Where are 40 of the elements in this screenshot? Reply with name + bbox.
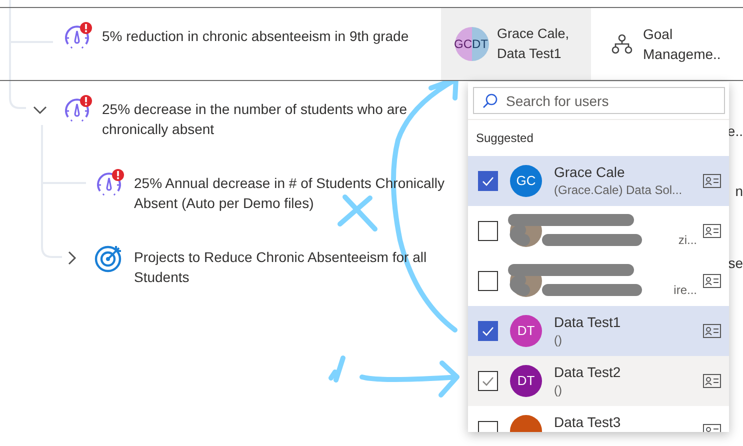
contact-card-icon[interactable] xyxy=(703,174,721,188)
contact-card-icon[interactable] xyxy=(703,274,721,288)
hierarchy-icon xyxy=(611,33,633,55)
checkbox[interactable] xyxy=(478,221,498,241)
column-text: n xyxy=(735,183,743,199)
user-detail: (Grace.Cale) Data Sol... xyxy=(554,182,684,199)
user-detail: () xyxy=(554,332,563,349)
checkbox[interactable] xyxy=(478,171,498,191)
user-name: Data Test2 xyxy=(554,363,622,381)
user-row[interactable]: ire... xyxy=(468,256,729,306)
column-text: Goal Manageme.. xyxy=(643,25,722,64)
user-name: Data Test1 xyxy=(554,313,622,331)
checkbox[interactable] xyxy=(478,271,498,291)
goal-title[interactable]: 5% reduction in chronic absenteeism in 9th grade xyxy=(102,26,422,46)
user-detail: ire... xyxy=(672,282,698,299)
user-detail: () xyxy=(554,382,563,399)
search-field[interactable]: Search for users xyxy=(473,87,725,114)
user-name: Data Test3 xyxy=(554,413,622,431)
column-text: se xyxy=(728,255,743,271)
checkbox[interactable] xyxy=(478,321,498,341)
user-row[interactable]: DT Data Test2 () xyxy=(468,356,729,406)
search-icon xyxy=(482,93,498,109)
avatar: DT xyxy=(510,365,542,397)
contact-card-icon[interactable] xyxy=(703,374,721,388)
user-name: Grace Cale xyxy=(554,163,626,181)
contact-card-icon[interactable] xyxy=(703,224,721,238)
annotation-tick xyxy=(328,356,346,382)
target-icon xyxy=(94,243,124,273)
user-row[interactable]: zi... xyxy=(468,206,729,256)
annotation-cross xyxy=(338,194,378,232)
assignee-names: Grace Cale, Data Test1 xyxy=(497,25,570,63)
goal-title[interactable]: 25% decrease in the number of students who are chronically absent xyxy=(102,99,422,139)
user-detail: zi... xyxy=(677,232,698,249)
user-row[interactable]: DT Data Test1 () xyxy=(468,306,729,356)
checkbox[interactable] xyxy=(478,371,498,391)
avatar: GC xyxy=(510,165,542,197)
user-row[interactable]: Data Test3 xyxy=(468,406,729,432)
contact-card-icon[interactable] xyxy=(703,324,721,338)
avatar: DT xyxy=(510,315,542,347)
user-row[interactable]: GC Grace Cale (Grace.Cale) Data Sol... xyxy=(468,156,729,206)
